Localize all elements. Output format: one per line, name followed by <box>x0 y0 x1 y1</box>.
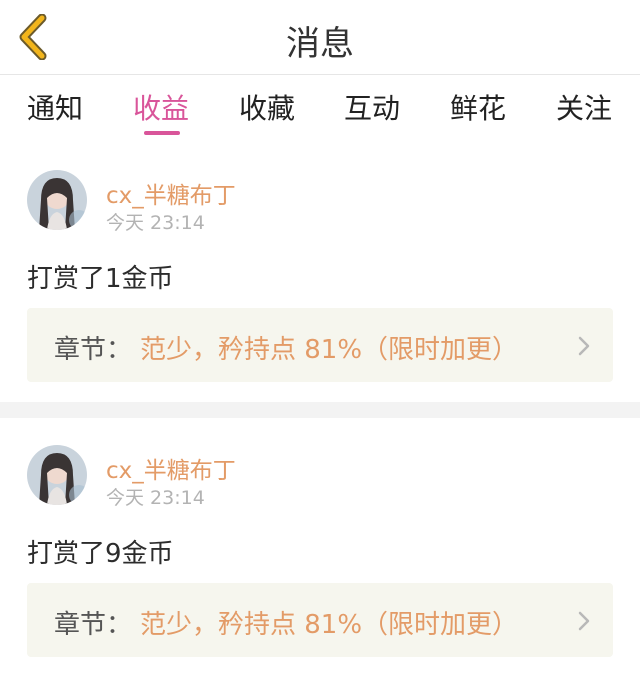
tab-flowers[interactable]: 鲜花 <box>450 87 506 127</box>
avatar[interactable] <box>27 170 87 230</box>
user-avatar-icon <box>27 445 87 505</box>
tab-follows[interactable]: 关注 <box>556 87 612 127</box>
avatar[interactable] <box>27 445 87 505</box>
active-tab-indicator <box>144 131 180 135</box>
chapter-name: 范少，矜持点 81%（限时加更） <box>140 610 519 640</box>
user-avatar-icon <box>27 170 87 230</box>
chevron-right-icon <box>578 611 590 631</box>
message-content: 打赏了9金币 <box>27 539 174 569</box>
username-link[interactable]: cx_半糖布丁 <box>106 176 236 210</box>
chapter-link[interactable]: 章节： 范少，矜持点 81%（限时加更） <box>27 308 613 382</box>
tab-favorites[interactable]: 收藏 <box>239 87 295 127</box>
username-link[interactable]: cx_半糖布丁 <box>106 451 236 485</box>
message-card: cx_半糖布丁 今天 23:14 打赏了9金币 章节： 范少，矜持点 81%（限… <box>0 418 640 678</box>
top-bar: 消息 <box>0 0 640 75</box>
tab-notifications[interactable]: 通知 <box>27 87 83 127</box>
message-content: 打赏了1金币 <box>27 264 174 294</box>
chapter-label: 章节： <box>54 610 133 640</box>
section-divider <box>0 402 640 418</box>
chapter-label: 章节： <box>54 335 133 365</box>
tab-interactions[interactable]: 互动 <box>344 87 400 127</box>
chapter-link[interactable]: 章节： 范少，矜持点 81%（限时加更） <box>27 583 613 657</box>
tab-bar: 通知 收益 收藏 互动 鲜花 关注 <box>0 75 640 141</box>
message-card: cx_半糖布丁 今天 23:14 打赏了1金币 章节： 范少，矜持点 81%（限… <box>0 142 640 400</box>
message-time: 今天 23:14 <box>106 212 205 234</box>
chapter-name: 范少，矜持点 81%（限时加更） <box>140 335 519 365</box>
page-title: 消息 <box>286 24 354 64</box>
chevron-right-icon <box>578 336 590 356</box>
message-time: 今天 23:14 <box>106 487 205 509</box>
tab-earnings[interactable]: 收益 <box>133 87 189 127</box>
